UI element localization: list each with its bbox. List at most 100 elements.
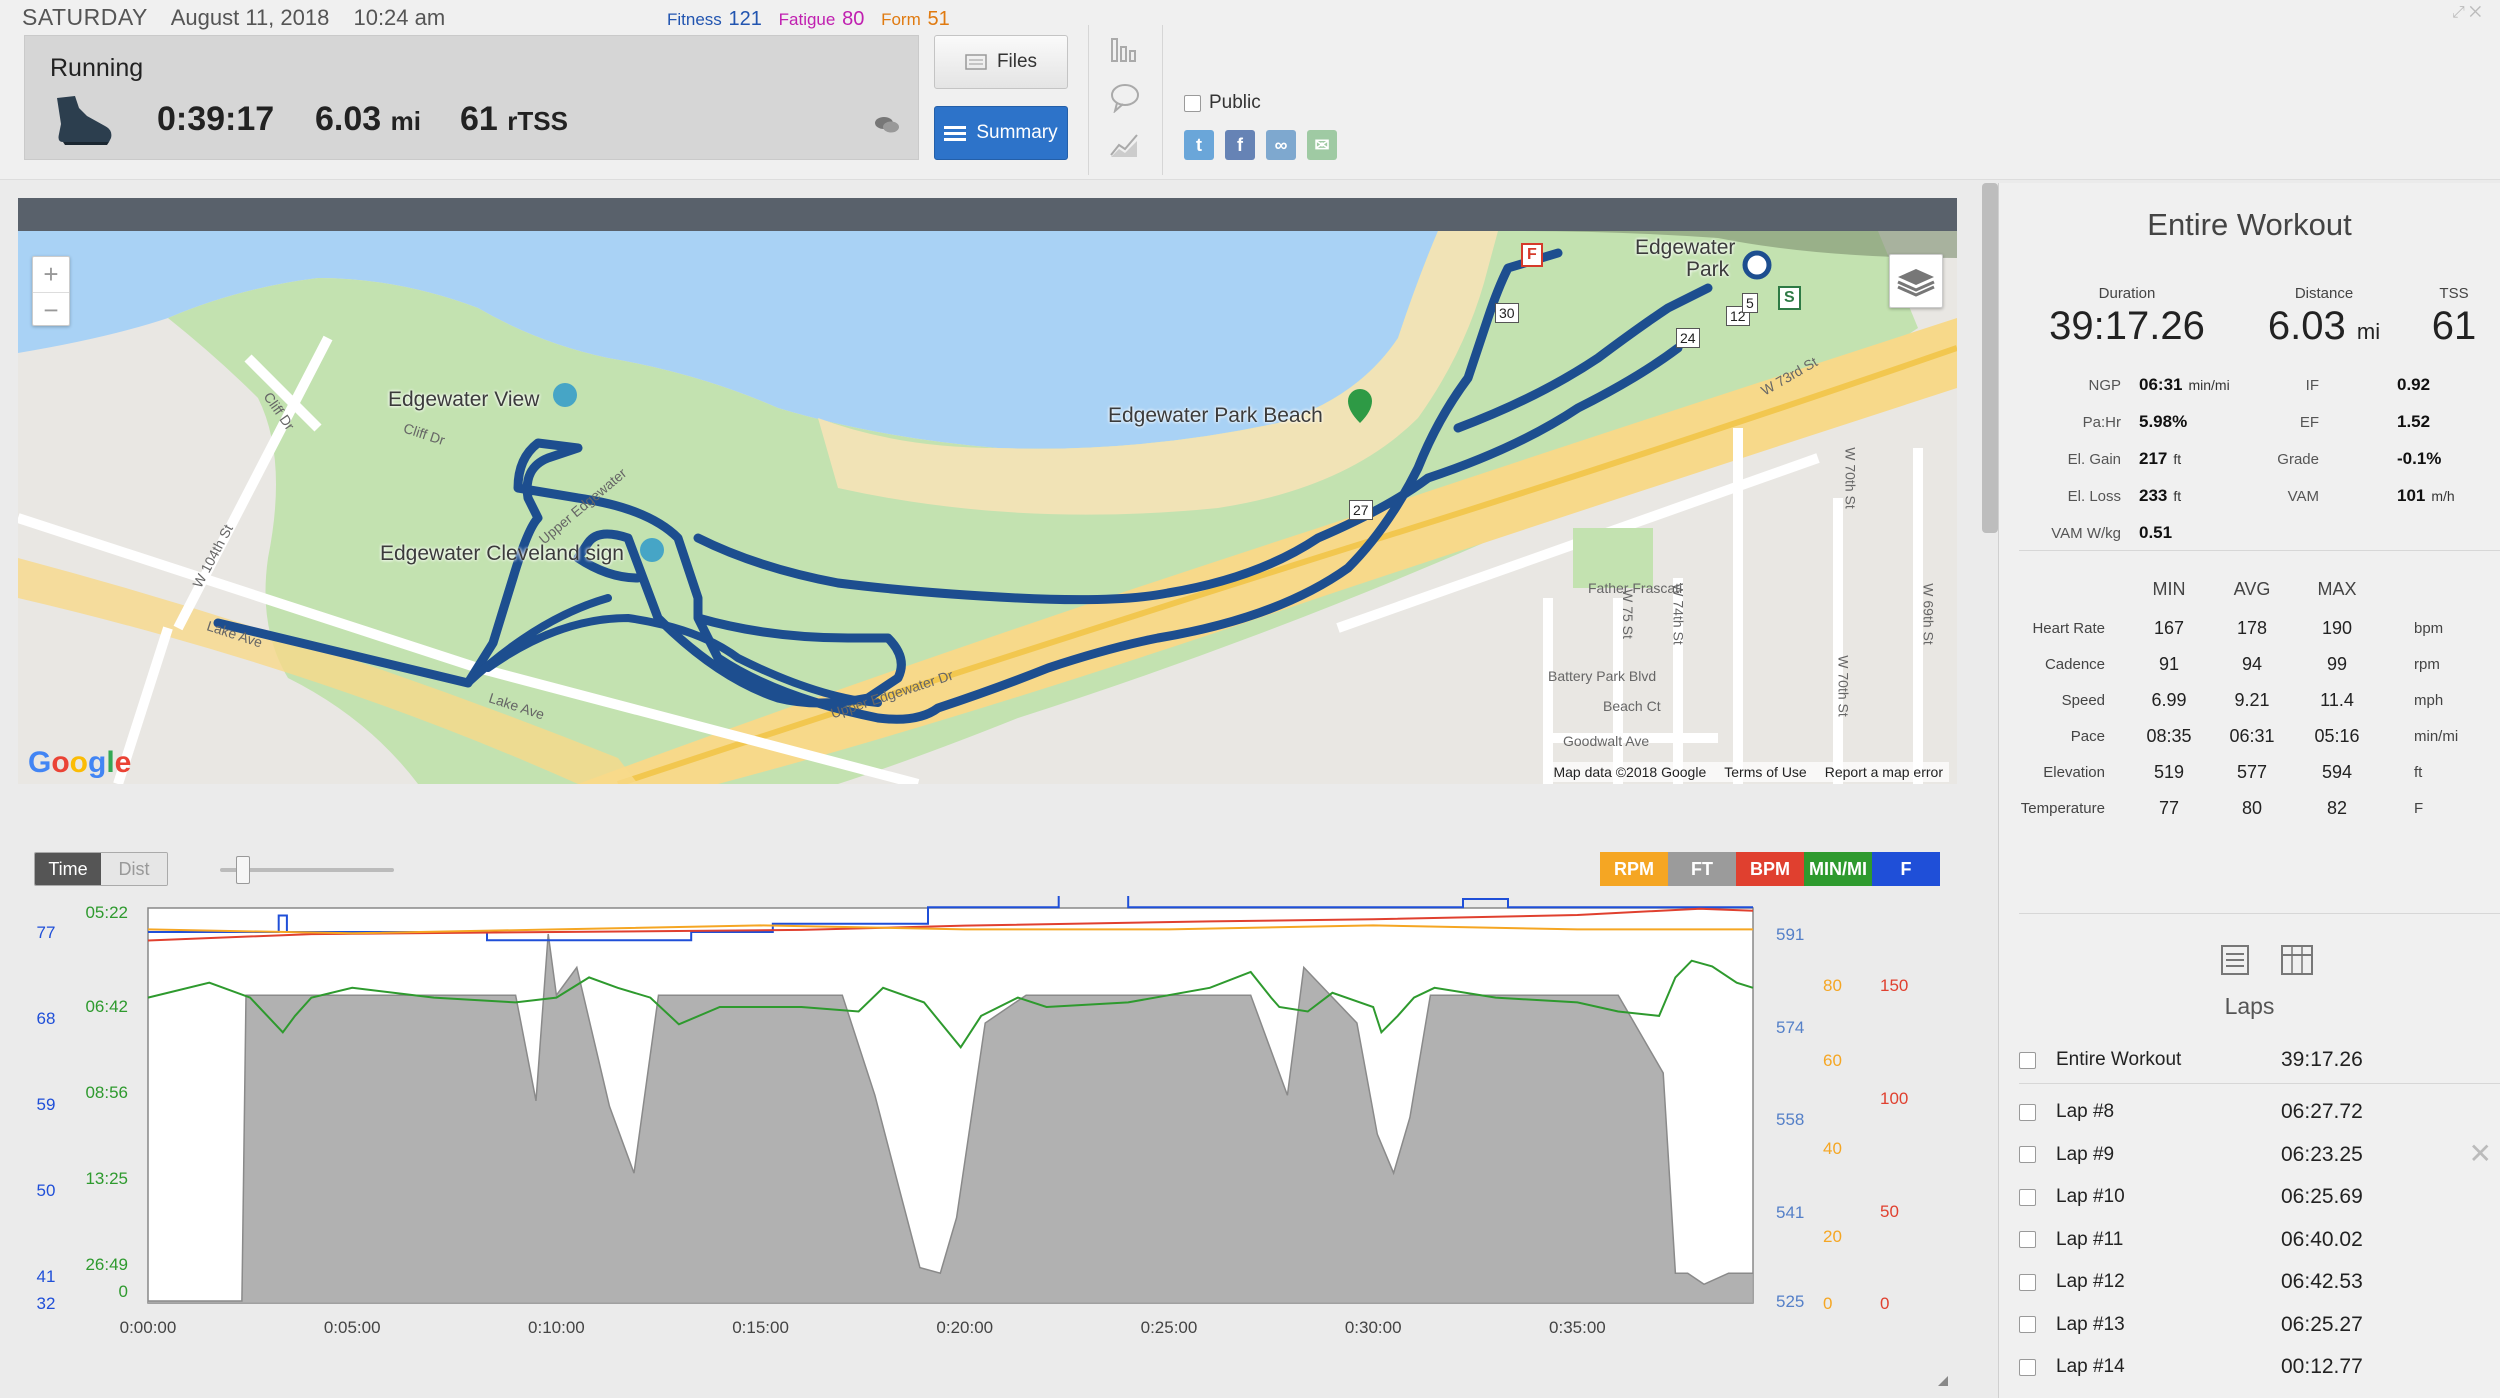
laps-list-icon[interactable] [2219, 943, 2251, 977]
lap-checkbox[interactable] [2019, 1188, 2036, 1206]
expand-icon[interactable]: ⤢ ✕ [2452, 4, 2488, 22]
workout-chart-panel: Time Dist RPM FT BPM MIN/MI F 77 68 59 50 41 32 05… [18, 836, 1957, 1398]
workout-tss-value: 61 [460, 100, 498, 138]
lap-checkbox[interactable] [2019, 1051, 2036, 1069]
lap-row[interactable]: Lap #13 06:25.27 [2019, 1306, 2500, 1344]
stat-number: 06:31 [2139, 375, 2183, 394]
lap-row[interactable]: Lap #12 06:42.53 [2019, 1263, 2500, 1301]
legend-button-f[interactable]: F [1872, 852, 1940, 886]
legend-button-min-mi[interactable]: MIN/MI [1804, 852, 1872, 886]
stat-label-ef: EF [2299, 414, 2319, 431]
map-canvas[interactable] [18, 198, 1957, 784]
twitter-icon[interactable]: t [1184, 130, 1214, 160]
legend-button-rpm[interactable]: RPM [1600, 852, 1668, 886]
comments-icon[interactable] [874, 115, 900, 135]
stat-label-vam-w-kg: VAM W/kg [2051, 525, 2121, 542]
zoom-out-button[interactable]: − [33, 292, 69, 327]
facebook-icon[interactable]: f [1225, 130, 1255, 160]
chart-legend: RPM FT BPM MIN/MI F [1600, 852, 1940, 886]
column-header-avg: AVG [2233, 579, 2271, 599]
lap-checkbox[interactable] [2019, 1316, 2036, 1333]
files-button[interactable]: Files [934, 35, 1068, 89]
lap-row[interactable]: Lap #10 06:25.69 [2019, 1178, 2500, 1216]
stat-label-if: IF [2305, 377, 2319, 394]
email-icon[interactable]: ✉ [1307, 130, 1337, 160]
summary-title: Entire Workout [2147, 207, 2352, 242]
smoothing-slider-handle[interactable] [236, 856, 250, 884]
zoom-control: + − [32, 256, 70, 326]
finish-marker[interactable]: F [1521, 243, 1543, 267]
map-label-w74: W 74th St [1670, 583, 1687, 645]
x-axis-tick: 0:25:00 [1141, 1318, 1198, 1337]
public-toggle[interactable]: Public [1184, 92, 1261, 114]
x-axis-tick: 0:20:00 [936, 1318, 993, 1337]
lap-time: 06:40.02 [2281, 1227, 2363, 1251]
files-icon [965, 54, 987, 70]
lap-row[interactable]: Entire Workout 39:17.26 [2019, 1041, 2500, 1079]
map-scrollbar[interactable] [1982, 183, 1998, 533]
analytics-icon[interactable] [1109, 129, 1141, 159]
comment-bubble-icon[interactable] [1109, 83, 1141, 113]
temperature-avg: 80 [2241, 798, 2263, 818]
lap-row[interactable]: Lap #11 06:40.02 [2019, 1221, 2500, 1259]
heart-rate-unit: bpm [2414, 620, 2444, 637]
stat-number: 233 [2139, 486, 2168, 505]
smoothing-slider[interactable] [220, 856, 394, 884]
link-icon[interactable]: ∞ [1266, 130, 1296, 160]
summary-button[interactable]: Summary [934, 106, 1068, 160]
lap-row[interactable]: Lap #8 06:27.72 [2019, 1093, 2500, 1131]
dist-toggle[interactable]: Dist [101, 853, 167, 885]
laps-grid-icon[interactable] [2279, 943, 2315, 977]
legend-button-bpm[interactable]: BPM [1736, 852, 1804, 886]
lap-row[interactable]: Lap #14 00:12.77 [2019, 1348, 2500, 1386]
start-marker[interactable]: S [1778, 286, 1801, 310]
lap-marker-27[interactable]: 27 [1349, 500, 1373, 520]
stat-label-vam: VAM [2287, 488, 2319, 505]
laps-view-icons [2219, 943, 2315, 977]
stat-value-ef: 1.52 [2397, 412, 2430, 432]
temperature-min: 77 [2158, 798, 2180, 818]
axis-tick-pace-min-mi: 0 [119, 1282, 128, 1301]
axis-tick-pace-min-mi: 26:49 [85, 1255, 128, 1274]
route-map[interactable]: Edgewater View Edgewater Park Beach Edge… [18, 198, 1957, 784]
duration-value: 39:17.26 [2049, 304, 2205, 348]
lap-marker-30[interactable]: 30 [1495, 303, 1519, 323]
lap-name: Entire Workout [2056, 1049, 2182, 1070]
legend-button-ft[interactable]: FT [1668, 852, 1736, 886]
lap-checkbox[interactable] [2019, 1231, 2036, 1248]
speed-unit: mph [2414, 692, 2444, 709]
workout-chart[interactable]: 77 68 59 50 41 32 05:22 06:42 08:56 13:25 26:49 0 59… [18, 896, 1957, 1396]
close-icon[interactable]: ✕ [2469, 1137, 2492, 1170]
cadence-avg: 94 [2241, 654, 2263, 674]
workout-date: August 11, 2018 [170, 5, 330, 30]
axis-tick-temp-f: 59 [37, 1095, 56, 1114]
map-report-link[interactable]: Report a map error [1825, 764, 1943, 780]
map-layers-button[interactable] [1889, 254, 1943, 308]
axis-tick-cadence-rpm: 20 [1823, 1227, 1842, 1246]
lap-checkbox[interactable] [2019, 1358, 2036, 1376]
public-checkbox[interactable] [1184, 94, 1201, 112]
row-label-pace: Pace [2070, 728, 2105, 745]
x-axis-tick: 0:00:00 [120, 1318, 177, 1337]
laps-title: Laps [2224, 993, 2275, 1019]
distance-label: Distance [2294, 285, 2354, 302]
map-terms-link[interactable]: Terms of Use [1724, 764, 1806, 780]
lap-checkbox[interactable] [2019, 1146, 2036, 1163]
map-label-goodwalt: Goodwalt Ave [1563, 733, 1650, 749]
time-toggle[interactable]: Time [35, 853, 101, 885]
lap-marker-24[interactable]: 24 [1676, 328, 1700, 348]
workout-header: SATURDAY August 11, 2018 10:24 am Fitnes… [0, 0, 2500, 180]
bar-chart-icon[interactable] [1109, 35, 1141, 65]
layers-icon [1897, 269, 1935, 297]
lap-row[interactable]: Lap #9 06:23.25 [2019, 1136, 2500, 1174]
resize-grip-icon[interactable] [1938, 1376, 1948, 1386]
zoom-in-button[interactable]: + [33, 257, 69, 292]
lap-checkbox[interactable] [2019, 1103, 2036, 1121]
heart-rate-min: 167 [2153, 618, 2185, 638]
lap-marker-5[interactable]: 5 [1742, 293, 1758, 313]
elevation-min: 519 [2153, 762, 2185, 782]
pace-max: 05:16 [2314, 726, 2360, 746]
column-header-max: MAX [2317, 579, 2357, 599]
start-point-marker [1742, 250, 1772, 280]
lap-checkbox[interactable] [2019, 1273, 2036, 1291]
